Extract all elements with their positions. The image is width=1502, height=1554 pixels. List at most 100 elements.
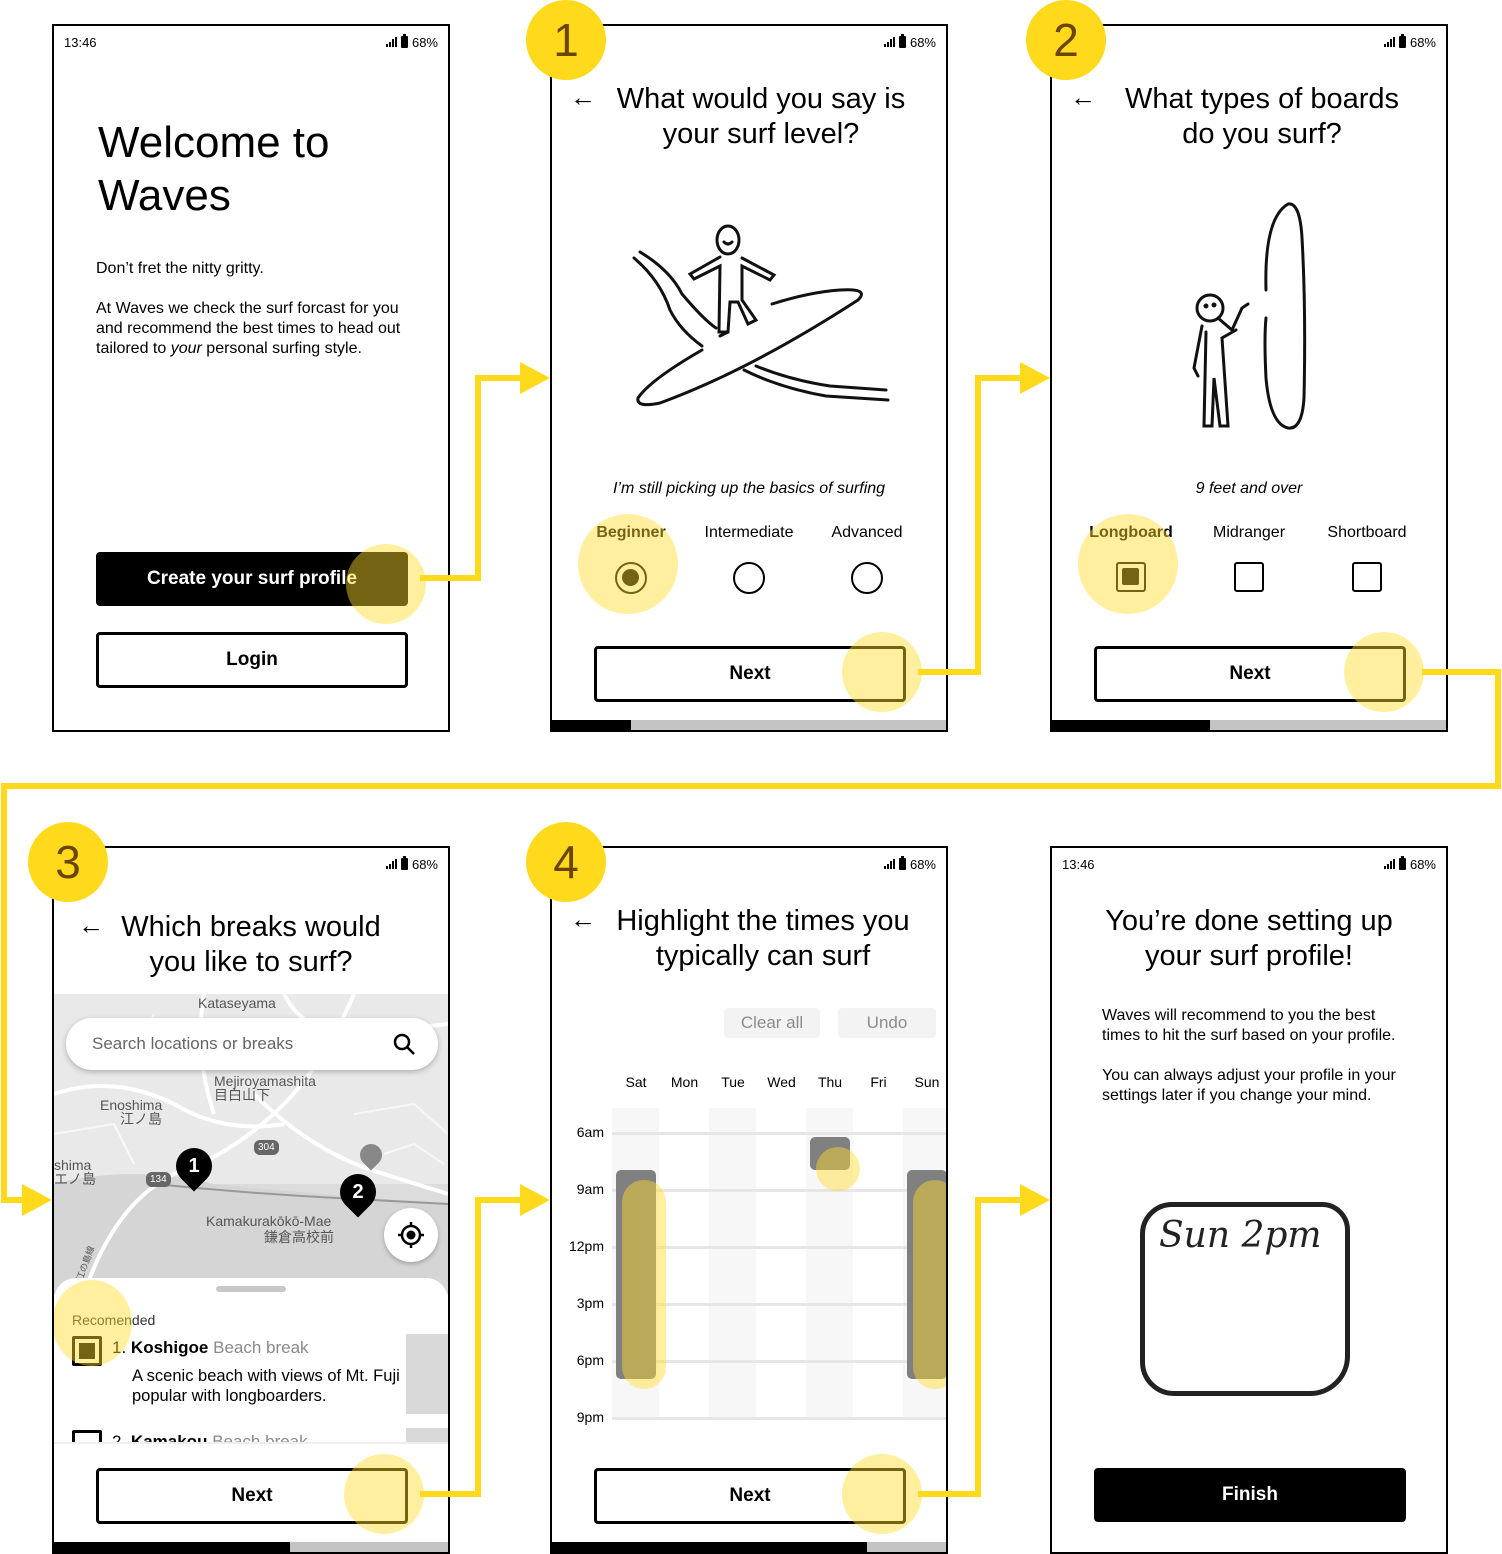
intro-paragraph: At Waves we check the surf forcast for y… [96, 300, 401, 357]
search-bar[interactable]: Search locations or breaks [66, 1018, 438, 1070]
step-badge-4: 4 [526, 822, 606, 902]
time-selection-block[interactable] [616, 1170, 656, 1379]
surfer-illustration [632, 224, 890, 407]
search-icon[interactable] [392, 1032, 416, 1056]
battery-icon [1398, 856, 1406, 870]
battery-icon [400, 34, 408, 48]
progress-bar [54, 1542, 448, 1552]
clear-all-button[interactable]: Clear all [724, 1008, 820, 1038]
tagline: Don’t fret the nitty gritty. [96, 260, 264, 277]
option-midranger[interactable]: Midranger [1190, 524, 1308, 592]
signal-icon [883, 859, 895, 869]
step-badge-2: 2 [1026, 0, 1106, 80]
time-selection-block[interactable] [810, 1136, 850, 1170]
map-view[interactable]: Kataseyama Mejiroyamashita 目白山下 Enoshima… [54, 994, 448, 1294]
next-button[interactable]: Next [1094, 646, 1406, 702]
route-shield: 304 [254, 1140, 279, 1155]
day-column[interactable] [709, 1108, 756, 1420]
break-thumbnail [406, 1334, 448, 1414]
status-bar: 68% [562, 856, 936, 872]
login-button[interactable]: Login [96, 632, 408, 688]
title-line: typically can surf [655, 940, 871, 972]
title-line: What would you say is [616, 83, 906, 115]
title-line: you like to surf? [149, 946, 353, 978]
time-selection-block[interactable] [907, 1170, 946, 1379]
next-button[interactable]: Next [96, 1468, 408, 1524]
page-title: Welcome to Waves [98, 116, 330, 222]
next-button[interactable]: Next [594, 1468, 906, 1524]
checkbox-checked[interactable] [1116, 562, 1146, 592]
status-bar: 68% [562, 34, 936, 50]
checkbox-unchecked[interactable] [1234, 562, 1264, 592]
welcome-description: Don’t fret the nitty gritty. At Waves we… [96, 259, 416, 379]
map-label: 鎌倉高校前 [264, 1229, 334, 1245]
radio-unselected[interactable] [851, 562, 883, 594]
option-label: Beginner [596, 524, 666, 541]
signal-icon [1383, 859, 1395, 869]
progress-bar [1052, 720, 1446, 730]
status-bar: 13:46 68% [64, 34, 438, 50]
map-label: エノ島 [54, 1171, 96, 1187]
finish-button[interactable]: Finish [1094, 1468, 1406, 1522]
title-line: your surf level? [662, 118, 860, 150]
time-label: 3pm [576, 1295, 604, 1311]
time-gridline [612, 1360, 946, 1363]
option-longboard[interactable]: Longboard [1072, 524, 1190, 592]
drag-handle[interactable] [216, 1286, 286, 1292]
battery-level: 68% [411, 856, 438, 872]
day-label: Wed [767, 1074, 796, 1090]
section-title: Recomended [72, 1312, 156, 1328]
completion-description: Waves will recommend to you the best tim… [1102, 1006, 1412, 1126]
break-index: 1. [112, 1338, 127, 1357]
paragraph: Waves will recommend to you the best tim… [1102, 1007, 1396, 1044]
route-shield: 134 [146, 1172, 171, 1187]
create-profile-button[interactable]: Create your surf profile [96, 552, 408, 606]
time-gridline [612, 1246, 946, 1249]
screen-schedule: 68% ← Highlight the times you typically … [550, 846, 948, 1554]
time-label: 6am [576, 1124, 604, 1140]
radio-selected[interactable] [615, 562, 647, 594]
screen-breaks: 68% ← Which breaks would you like to sur… [52, 846, 450, 1554]
question-title: What types of boards do you surf? [1052, 82, 1446, 152]
status-time: 13:46 [64, 34, 97, 50]
crosshair-icon [398, 1222, 424, 1248]
option-intermediate[interactable]: Intermediate [690, 524, 808, 594]
screen-surf-level: 68% ← What would you say is your surf le… [550, 24, 948, 732]
radio-unselected[interactable] [733, 562, 765, 594]
pin-label: 1 [188, 1155, 200, 1177]
my-location-button[interactable] [384, 1208, 438, 1262]
time-gridline [612, 1189, 946, 1192]
map-label: Kataseyama [198, 995, 276, 1011]
battery-icon [898, 856, 906, 870]
time-label: 12pm [568, 1238, 604, 1254]
break-type: Beach break [213, 1338, 309, 1357]
option-advanced[interactable]: Advanced [808, 524, 926, 594]
sketch-text: Sun 2pm [1159, 1215, 1322, 1256]
time-label: 6pm [576, 1352, 604, 1368]
board-caption: 9 feet and over [1195, 480, 1303, 497]
undo-button[interactable]: Undo [838, 1008, 936, 1038]
title-line: What types of boards [1124, 83, 1400, 115]
battery-icon [400, 856, 408, 870]
schedule-grid[interactable]: 6am 9am 12pm 3pm 6pm 9pm [569, 1108, 946, 1428]
battery-level: 68% [411, 34, 438, 50]
next-button[interactable]: Next [594, 646, 906, 702]
signal-icon [1383, 37, 1395, 47]
time-label: 9pm [576, 1409, 604, 1425]
step-badge-3: 3 [28, 822, 108, 902]
break-checkbox-checked[interactable] [72, 1336, 102, 1366]
checkbox-unchecked[interactable] [1352, 562, 1382, 592]
option-label: Midranger [1212, 524, 1286, 541]
option-beginner[interactable]: Beginner [572, 524, 690, 594]
time-gridline [612, 1303, 946, 1306]
title-line: Welcome to [98, 118, 330, 167]
arrowhead-icon [1020, 1184, 1050, 1216]
time-label: 9am [576, 1181, 604, 1197]
search-input[interactable]: Search locations or breaks [92, 1034, 392, 1054]
board-options: Longboard Midranger Shortboard [1072, 524, 1426, 592]
break-name: Koshigoe [130, 1338, 209, 1357]
title-line: You’re done setting up [1105, 905, 1393, 937]
day-label: Mon [670, 1074, 699, 1090]
option-label: Intermediate [704, 524, 794, 541]
option-shortboard[interactable]: Shortboard [1308, 524, 1426, 592]
